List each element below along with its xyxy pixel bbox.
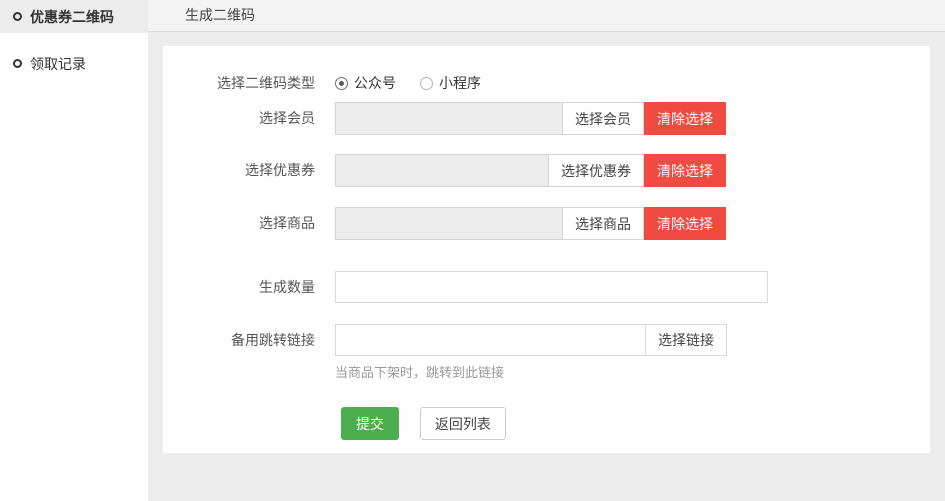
- page-title: 生成二维码: [185, 7, 255, 23]
- circle-bullet-icon: [13, 12, 22, 21]
- sidebar-item-label: 优惠券二维码: [30, 7, 114, 27]
- radio-label: 公众号: [354, 74, 396, 92]
- fallback-link-input-group: 选择链接: [335, 324, 727, 357]
- coupon-input[interactable]: [335, 154, 548, 187]
- radio-unselected-icon: [420, 77, 433, 90]
- sidebar-item-coupon-qrcode[interactable]: 优惠券二维码: [0, 0, 148, 33]
- form-row-product: 选择商品 选择商品 清除选择: [163, 207, 930, 240]
- form-row-fallback-link: 备用跳转链接 选择链接 当商品下架时，跳转到此链接: [163, 324, 930, 381]
- fallback-link-hint: 当商品下架时，跳转到此链接: [335, 365, 727, 381]
- qrcode-form-card: 选择二维码类型 公众号 小程序 选择会员 选择会员: [163, 46, 930, 453]
- form-row-member: 选择会员 选择会员 清除选择: [163, 102, 930, 135]
- qr-type-radio-group: 公众号 小程序: [335, 74, 505, 92]
- select-member-button[interactable]: 选择会员: [562, 102, 644, 135]
- select-link-button[interactable]: 选择链接: [645, 324, 727, 356]
- sidebar-item-claim-records[interactable]: 领取记录: [0, 47, 148, 80]
- radio-official-account[interactable]: 公众号: [335, 74, 396, 92]
- sidebar: 优惠券二维码 领取记录: [0, 0, 148, 501]
- app-layout: 优惠券二维码 领取记录 生成二维码 选择二维码类型 公众号 小程序: [0, 0, 945, 501]
- clear-coupon-button[interactable]: 清除选择: [644, 154, 726, 187]
- qr-type-label: 选择二维码类型: [163, 74, 335, 92]
- form-row-quantity: 生成数量: [163, 271, 930, 304]
- member-label: 选择会员: [163, 102, 335, 135]
- fallback-link-label: 备用跳转链接: [163, 324, 335, 357]
- form-row-actions: 提交 返回列表: [163, 407, 930, 440]
- member-input-group: 选择会员 清除选择: [335, 102, 726, 135]
- sidebar-item-label: 领取记录: [30, 54, 86, 74]
- quantity-input[interactable]: [335, 271, 768, 303]
- page-title-bar: 生成二维码: [148, 0, 945, 32]
- product-input[interactable]: [335, 207, 562, 240]
- clear-product-button[interactable]: 清除选择: [644, 207, 726, 240]
- coupon-label: 选择优惠券: [163, 154, 335, 187]
- actions-group: 提交 返回列表: [335, 407, 506, 440]
- coupon-input-group: 选择优惠券 清除选择: [335, 154, 726, 187]
- circle-bullet-icon: [13, 59, 22, 68]
- clear-member-button[interactable]: 清除选择: [644, 102, 726, 135]
- product-label: 选择商品: [163, 207, 335, 240]
- form-row-coupon: 选择优惠券 选择优惠券 清除选择: [163, 154, 930, 187]
- main-area: 生成二维码 选择二维码类型 公众号 小程序 选择会员: [148, 0, 945, 501]
- fallback-link-input[interactable]: [335, 324, 645, 356]
- member-input[interactable]: [335, 102, 562, 135]
- form-row-qr-type: 选择二维码类型 公众号 小程序: [163, 74, 930, 92]
- back-to-list-button[interactable]: 返回列表: [420, 407, 506, 440]
- product-input-group: 选择商品 清除选择: [335, 207, 726, 240]
- select-product-button[interactable]: 选择商品: [562, 207, 644, 240]
- fallback-link-field: 选择链接 当商品下架时，跳转到此链接: [335, 324, 727, 381]
- radio-selected-icon: [335, 77, 348, 90]
- quantity-label: 生成数量: [163, 271, 335, 304]
- select-coupon-button[interactable]: 选择优惠券: [548, 154, 644, 187]
- radio-mini-program[interactable]: 小程序: [420, 74, 481, 92]
- radio-label: 小程序: [439, 74, 481, 92]
- submit-button[interactable]: 提交: [341, 407, 399, 440]
